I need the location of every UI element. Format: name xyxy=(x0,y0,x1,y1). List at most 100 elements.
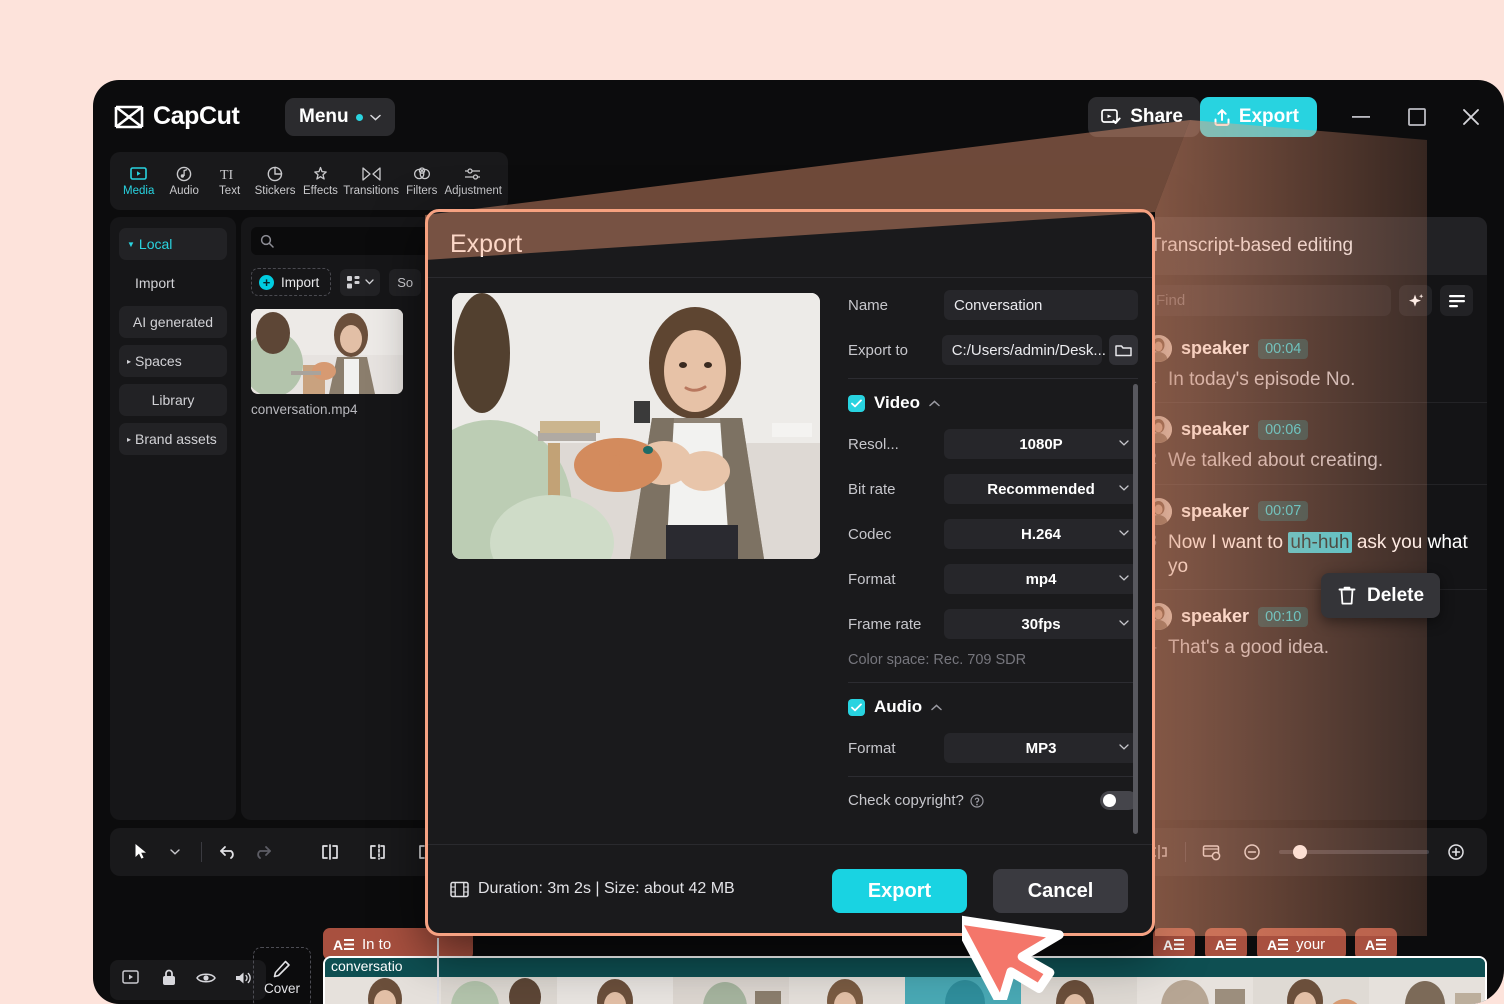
maximize-button[interactable] xyxy=(1402,102,1432,132)
app-logo: CapCut xyxy=(114,102,239,131)
sidebar-item-ai-generated[interactable]: AI generated xyxy=(119,306,227,338)
format-select[interactable]: mp4 xyxy=(944,564,1138,594)
sidebar-item-spaces[interactable]: ▸ Spaces xyxy=(119,345,227,377)
transcript-filler-word-highlight[interactable]: uh-huh xyxy=(1288,532,1351,553)
trim-left-button[interactable] xyxy=(361,835,395,869)
filmstrip-frames xyxy=(325,977,1485,1004)
split-button[interactable] xyxy=(313,835,347,869)
select-tool-dropdown[interactable] xyxy=(158,835,192,869)
transcript-list-options-button[interactable] xyxy=(1440,285,1473,316)
media-thumbnail[interactable] xyxy=(251,309,403,394)
transcript-text[interactable]: In today's episode No. xyxy=(1168,368,1355,392)
transcript-timestamp[interactable]: 00:07 xyxy=(1258,501,1308,521)
cover-button-label: Cover xyxy=(264,981,300,996)
view-mode-toggle[interactable] xyxy=(340,269,380,296)
video-section-header[interactable]: Video xyxy=(848,393,1138,413)
cover-button[interactable]: Cover xyxy=(253,947,311,1004)
audio-format-select[interactable]: MP3 xyxy=(944,733,1138,763)
tab-audio[interactable]: Audio xyxy=(161,165,206,197)
sidebar-item-ai-generated-label: AI generated xyxy=(133,314,213,330)
delete-tooltip[interactable]: Delete xyxy=(1321,573,1440,618)
codec-select[interactable]: H.264 xyxy=(944,519,1138,549)
tab-adjustment[interactable]: Adjustment xyxy=(444,165,502,197)
menu-button[interactable]: Menu xyxy=(285,98,395,136)
browse-folder-button[interactable] xyxy=(1109,335,1138,365)
transcript-text[interactable]: That's a good idea. xyxy=(1168,636,1329,660)
chevron-up-icon[interactable] xyxy=(931,704,942,711)
tab-media[interactable]: Media xyxy=(116,165,161,197)
track-preview-button[interactable] xyxy=(122,970,142,991)
bitrate-select[interactable]: Recommended xyxy=(944,474,1138,504)
undo-button[interactable] xyxy=(211,835,245,869)
sort-button[interactable]: So xyxy=(389,269,421,296)
zoom-slider[interactable] xyxy=(1279,850,1429,854)
transcript-entry[interactable]: speaker 00:06 2 We talked about creating… xyxy=(1131,403,1487,484)
svg-text:A: A xyxy=(1163,937,1173,952)
track-mute-button[interactable] xyxy=(234,970,254,991)
tab-effects[interactable]: Effects xyxy=(298,165,343,197)
find-input[interactable]: Find xyxy=(1145,285,1391,316)
transcript-timestamp[interactable]: 00:06 xyxy=(1258,420,1308,440)
sidebar-item-library[interactable]: Library xyxy=(119,384,227,416)
capcut-logo-icon xyxy=(114,104,144,130)
thumbnail-view-button[interactable] xyxy=(1195,835,1229,869)
caret-icon: ▸ xyxy=(127,357,131,366)
export-button-top[interactable]: Export xyxy=(1200,97,1317,137)
video-checkbox[interactable] xyxy=(848,395,865,412)
sidebar-item-brand-assets[interactable]: ▸ Brand assets xyxy=(119,423,227,455)
tab-stickers[interactable]: Stickers xyxy=(252,165,297,197)
info-icon[interactable] xyxy=(970,794,984,808)
zoom-slider-handle[interactable] xyxy=(1293,845,1307,859)
redo-button[interactable] xyxy=(245,835,279,869)
track-visibility-button[interactable] xyxy=(196,971,216,990)
filters-icon xyxy=(413,165,431,182)
import-button[interactable]: + Import xyxy=(251,268,331,296)
text-clip-icon: A xyxy=(1215,937,1237,952)
dialog-export-button[interactable]: Export xyxy=(832,869,967,913)
tab-audio-label: Audio xyxy=(169,185,198,197)
codec-label: Codec xyxy=(848,526,944,543)
speaker-icon xyxy=(234,970,254,986)
cursor-arrow-icon xyxy=(134,843,148,861)
format-label: Format xyxy=(848,571,944,588)
tab-transitions[interactable]: Transitions xyxy=(343,165,399,197)
transcript-text-highlighted[interactable]: Now I want to uh-huh ask you what yo xyxy=(1168,531,1473,580)
resolution-select[interactable]: 1080P xyxy=(944,429,1138,459)
sidebar-item-local[interactable]: ▼ Local xyxy=(119,228,227,260)
zoom-in-button[interactable] xyxy=(1439,835,1473,869)
transcript-timestamp[interactable]: 00:10 xyxy=(1258,607,1308,627)
chevron-up-icon[interactable] xyxy=(929,400,940,407)
redo-icon xyxy=(253,844,272,860)
dialog-scrollbar[interactable] xyxy=(1133,384,1138,834)
transcript-speaker-name: speaker xyxy=(1181,338,1249,359)
audio-section-header[interactable]: Audio xyxy=(848,697,1138,717)
svg-text:A: A xyxy=(1365,937,1375,952)
close-button[interactable] xyxy=(1456,102,1486,132)
audio-checkbox[interactable] xyxy=(848,699,865,716)
minimize-button[interactable] xyxy=(1346,102,1376,132)
timeline-playhead[interactable] xyxy=(437,938,439,1004)
share-button[interactable]: Share xyxy=(1088,97,1200,137)
transcript-timestamp[interactable]: 00:04 xyxy=(1258,339,1308,359)
transcript-entry[interactable]: speaker 00:04 1 In today's episode No. xyxy=(1131,322,1487,403)
ai-sparkle-button[interactable] xyxy=(1399,285,1432,316)
bitrate-label: Bit rate xyxy=(848,481,944,498)
transcript-text[interactable]: We talked about creating. xyxy=(1168,449,1383,473)
zoom-out-button[interactable] xyxy=(1235,835,1269,869)
tab-filters[interactable]: Filters xyxy=(399,165,444,197)
svg-text:A: A xyxy=(333,937,343,952)
framerate-select[interactable]: 30fps xyxy=(944,609,1138,639)
import-button-label: Import xyxy=(281,275,319,290)
export-path-input[interactable]: C:/Users/admin/Desk... xyxy=(942,335,1102,365)
transitions-icon xyxy=(362,165,381,182)
tool-tab-bar: Media Audio TI Text Stickers xyxy=(110,152,508,210)
transcript-body: 1 In today's episode No. xyxy=(1145,368,1473,392)
sidebar-item-import[interactable]: Import xyxy=(119,267,227,299)
export-settings-form: Name Conversation Export to C:/Users/adm… xyxy=(848,288,1138,810)
tab-text[interactable]: TI Text xyxy=(207,165,252,197)
track-lock-button[interactable] xyxy=(160,968,178,992)
name-input[interactable]: Conversation xyxy=(944,290,1138,320)
video-clip[interactable]: conversatio xyxy=(323,956,1487,1004)
select-tool-button[interactable] xyxy=(124,835,158,869)
export-dialog-title: Export xyxy=(450,230,522,259)
